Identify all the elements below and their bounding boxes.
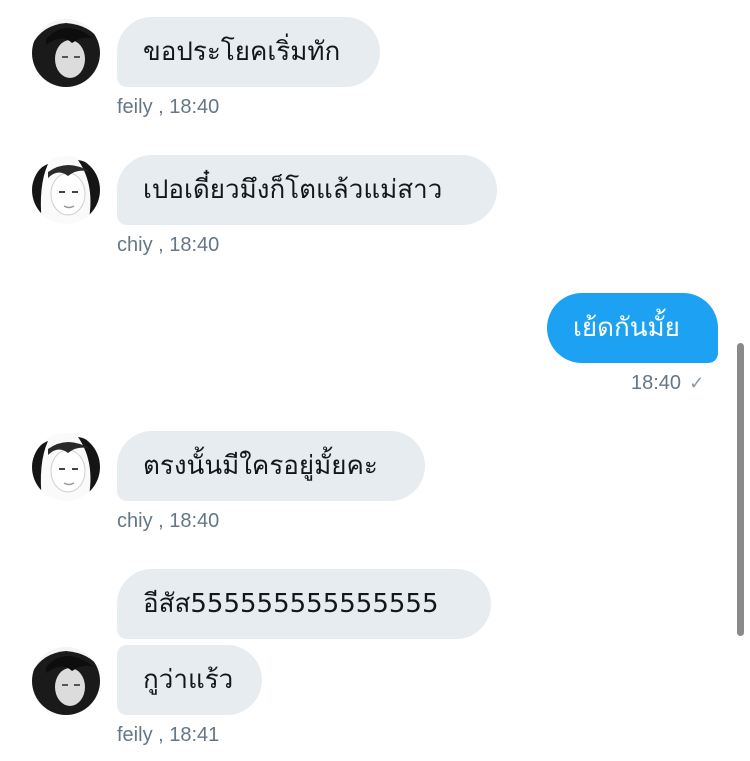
message-text-6: กูว่าแร้ว bbox=[143, 665, 234, 695]
avatar-feily-2-image bbox=[32, 647, 100, 715]
message-bubble-2[interactable]: เปอเดี๋ยวมึงก็โตแล้วแม่สาว bbox=[117, 155, 497, 225]
message-text-5: อีสัส555555555555555 bbox=[143, 589, 439, 619]
message-text-1: ขอประโยคเริ่มทัก bbox=[143, 37, 341, 67]
message-text-2: เปอเดี๋ยวมึงก็โตแล้วแม่สาว bbox=[143, 175, 443, 205]
message-bubble-3[interactable]: เย้ดกันมั้ย bbox=[547, 293, 718, 363]
message-text-4: ตรงนั้นมีใครอยู่มั้ยคะ bbox=[143, 451, 378, 481]
message-meta-2: chiy , 18:40 bbox=[117, 234, 220, 256]
avatar-chiy[interactable] bbox=[32, 156, 100, 224]
message-bubble-4[interactable]: ตรงนั้นมีใครอยู่มั้ยคะ bbox=[117, 431, 425, 501]
scrollbar-thumb[interactable] bbox=[737, 343, 744, 636]
message-bubble-1[interactable]: ขอประโยคเริ่มทัก bbox=[117, 17, 380, 87]
avatar-chiy-2[interactable] bbox=[32, 433, 100, 501]
message-bubble-6[interactable]: กูว่าแร้ว bbox=[117, 645, 262, 715]
message-meta-1: feily , 18:40 bbox=[117, 96, 220, 118]
message-time-3: 18:40 bbox=[631, 372, 682, 394]
sent-check-icon: ✓ bbox=[689, 373, 705, 393]
message-meta-4: chiy , 18:40 bbox=[117, 510, 220, 532]
message-meta-3: 18:40 ✓ bbox=[631, 372, 704, 395]
message-bubble-5[interactable]: อีสัส555555555555555 bbox=[117, 569, 491, 639]
avatar-feily-2[interactable] bbox=[32, 647, 100, 715]
avatar-feily[interactable] bbox=[32, 19, 100, 87]
message-meta-6: feily , 18:41 bbox=[117, 724, 220, 746]
message-text-3: เย้ดกันมั้ย bbox=[573, 313, 680, 343]
avatar-feily-image bbox=[32, 19, 100, 87]
avatar-chiy-image bbox=[32, 156, 100, 224]
avatar-chiy-2-image bbox=[32, 433, 100, 501]
